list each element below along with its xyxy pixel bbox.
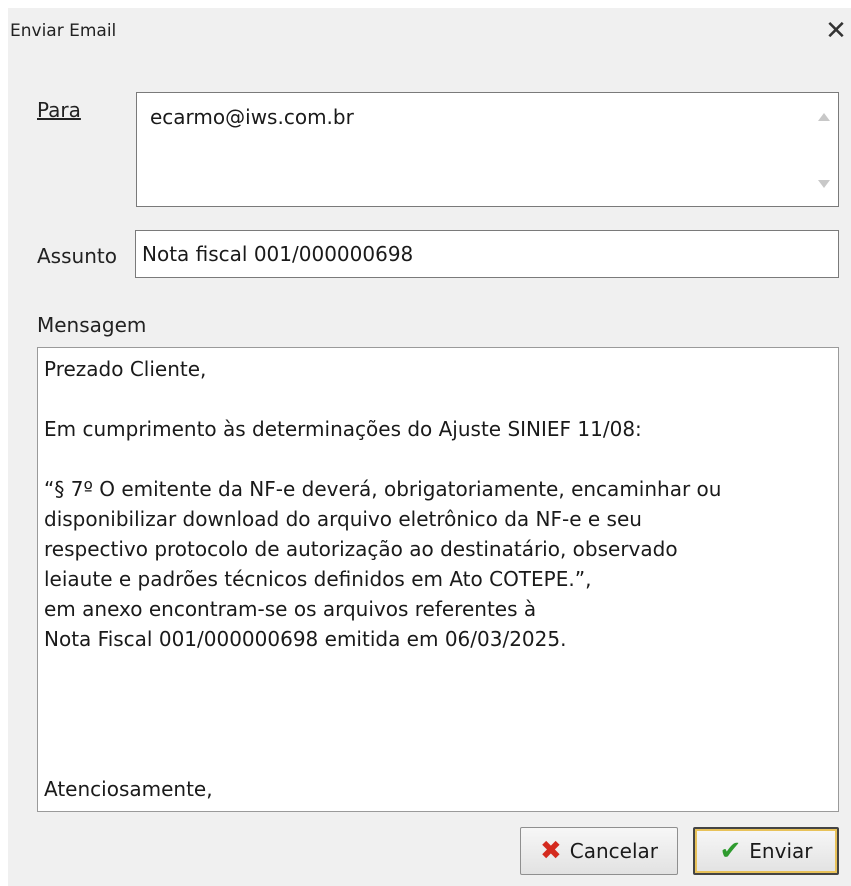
- message-line: disponibilizar download do arquivo eletr…: [44, 507, 642, 531]
- message-line: [44, 384, 832, 414]
- cancel-button-label: Cancelar: [569, 839, 659, 863]
- message-line: Prezado Cliente,: [44, 357, 207, 381]
- message-line: [44, 444, 832, 474]
- cancel-button[interactable]: ✖ Cancelar: [520, 827, 678, 875]
- message-line: [44, 684, 832, 714]
- message-line: “§ 7º O emitente da NF-e deverá, obrigat…: [44, 477, 722, 501]
- subject-input[interactable]: [135, 230, 839, 278]
- to-value: ecarmo@iws.com.br: [150, 105, 354, 129]
- message-line: em anexo encontram-se os arquivos refere…: [44, 597, 537, 621]
- to-field-scrollbar[interactable]: [810, 93, 838, 206]
- message-line: leiaute e padrões técnicos definidos em …: [44, 567, 592, 591]
- send-button-label: Enviar: [749, 839, 813, 863]
- window-title: Enviar Email: [10, 21, 117, 41]
- message-label: Mensagem: [37, 313, 147, 337]
- send-button[interactable]: ✔ Enviar: [693, 827, 839, 875]
- message-line: Atenciosamente,: [44, 777, 213, 801]
- title-bar: Enviar Email ✕: [8, 8, 851, 56]
- subject-label: Assunto: [37, 244, 117, 268]
- check-icon: ✔: [719, 836, 742, 866]
- message-line: Nota Fiscal 001/000000698 emitida em 06/…: [44, 627, 567, 651]
- message-line: Em cumprimento às determinações do Ajust…: [44, 417, 642, 441]
- send-email-dialog: Enviar Email ✕ Para ecarmo@iws.com.br As…: [8, 8, 851, 886]
- message-line: respectivo protocolo de autorização ao d…: [44, 537, 678, 561]
- to-field[interactable]: ecarmo@iws.com.br: [136, 92, 839, 207]
- to-label[interactable]: Para: [37, 98, 81, 122]
- message-line: [44, 744, 832, 774]
- scroll-down-arrow-icon[interactable]: [818, 180, 830, 188]
- x-icon: ✖: [539, 836, 562, 866]
- message-line: [44, 714, 832, 744]
- message-line: [44, 654, 832, 684]
- message-textarea[interactable]: Prezado Cliente, Em cumprimento às determ…: [37, 347, 839, 812]
- scroll-up-arrow-icon[interactable]: [818, 113, 830, 121]
- close-icon[interactable]: ✕: [821, 14, 851, 48]
